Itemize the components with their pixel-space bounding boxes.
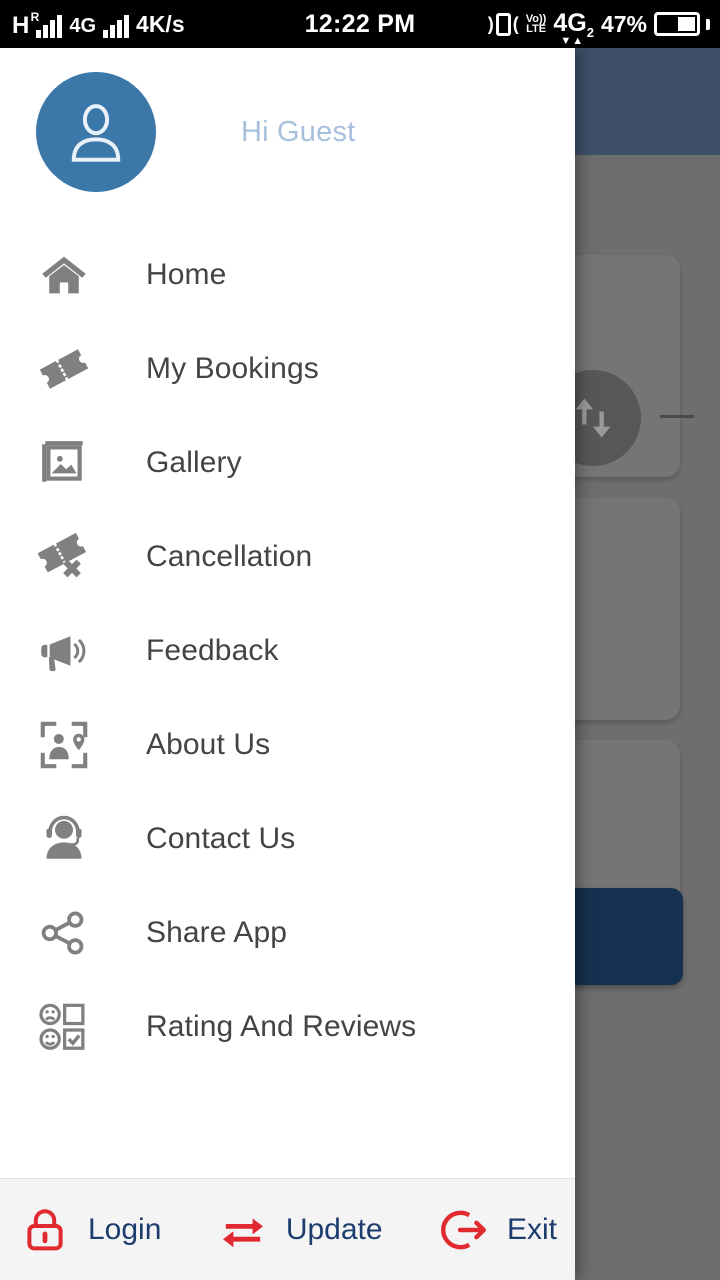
- sim-network-label: 4G2 ▼▲: [553, 8, 594, 47]
- menu-item-cancellation[interactable]: Cancellation: [0, 510, 575, 604]
- menu-item-label: About Us: [146, 728, 271, 761]
- ticket-cancel-icon: [34, 528, 94, 586]
- login-button[interactable]: Login: [18, 1203, 161, 1257]
- headset-support-icon: [34, 810, 94, 868]
- menu-item-label: Feedback: [146, 634, 279, 667]
- menu-item-home[interactable]: Home: [0, 228, 575, 322]
- sync-arrows-icon: [216, 1203, 270, 1257]
- menu-item-my-bookings[interactable]: My Bookings: [0, 322, 575, 416]
- update-label: Update: [285, 1212, 383, 1246]
- menu-item-label: Gallery: [146, 446, 242, 479]
- menu-item-rating-and-reviews[interactable]: Rating And Reviews: [0, 980, 575, 1074]
- rating-faces-checkbox-icon: [34, 998, 94, 1056]
- battery-cap: [706, 18, 710, 30]
- exit-label: Exit: [507, 1212, 558, 1246]
- menu-item-label: Share App: [146, 916, 288, 949]
- exit-button[interactable]: Exit: [437, 1203, 557, 1257]
- drawer-bottom-actions: Login Update Exit: [0, 1178, 575, 1280]
- battery-percent-label: 47%: [600, 10, 647, 37]
- menu-item-contact-us[interactable]: Contact Us: [0, 792, 575, 886]
- menu-item-share-app[interactable]: Share App: [0, 886, 575, 980]
- megaphone-icon: [34, 622, 94, 680]
- lock-icon: [18, 1203, 72, 1257]
- phone-screen: Hi Guest Home My Bookings Gallery Cancel…: [0, 0, 720, 1280]
- drawer-profile-header[interactable]: Hi Guest: [0, 48, 575, 216]
- person-location-frame-icon: [34, 716, 94, 774]
- greeting-text: Hi Guest: [241, 115, 356, 148]
- update-button[interactable]: Update: [216, 1203, 383, 1257]
- menu-item-label: Home: [146, 258, 227, 291]
- menu-item-feedback[interactable]: Feedback: [0, 604, 575, 698]
- menu-item-label: Cancellation: [146, 540, 313, 573]
- battery-icon: [654, 12, 700, 36]
- volte-icon: Vo)) LTE: [525, 13, 547, 35]
- ticket-icon: [34, 340, 94, 398]
- exit-arrow-icon: [437, 1203, 491, 1257]
- gallery-image-icon: [34, 434, 94, 492]
- home-icon: [34, 246, 94, 304]
- drawer-menu-list: Home My Bookings Gallery Cancellation Fe…: [0, 216, 575, 1178]
- menu-item-gallery[interactable]: Gallery: [0, 416, 575, 510]
- menu-item-label: Contact Us: [146, 822, 296, 855]
- data-activity-icon: ▼▲: [560, 34, 585, 47]
- background-text-line: [660, 415, 694, 418]
- menu-item-label: My Bookings: [146, 352, 319, 385]
- menu-item-label: Rating And Reviews: [146, 1010, 417, 1043]
- share-nodes-icon: [34, 904, 94, 962]
- status-bar-right: )( Vo)) LTE 4G2 ▼▲ 47%: [487, 8, 710, 47]
- status-bar: HR 4G 4K/s 12:22 PM )( Vo)) LTE 4G2 ▼▲ 47…: [0, 0, 720, 48]
- navigation-drawer: Hi Guest Home My Bookings Gallery Cancel…: [0, 48, 575, 1280]
- user-avatar-icon: [36, 72, 156, 192]
- menu-item-about-us[interactable]: About Us: [0, 698, 575, 792]
- login-label: Login: [88, 1212, 162, 1246]
- vibrate-icon: )(: [487, 12, 519, 36]
